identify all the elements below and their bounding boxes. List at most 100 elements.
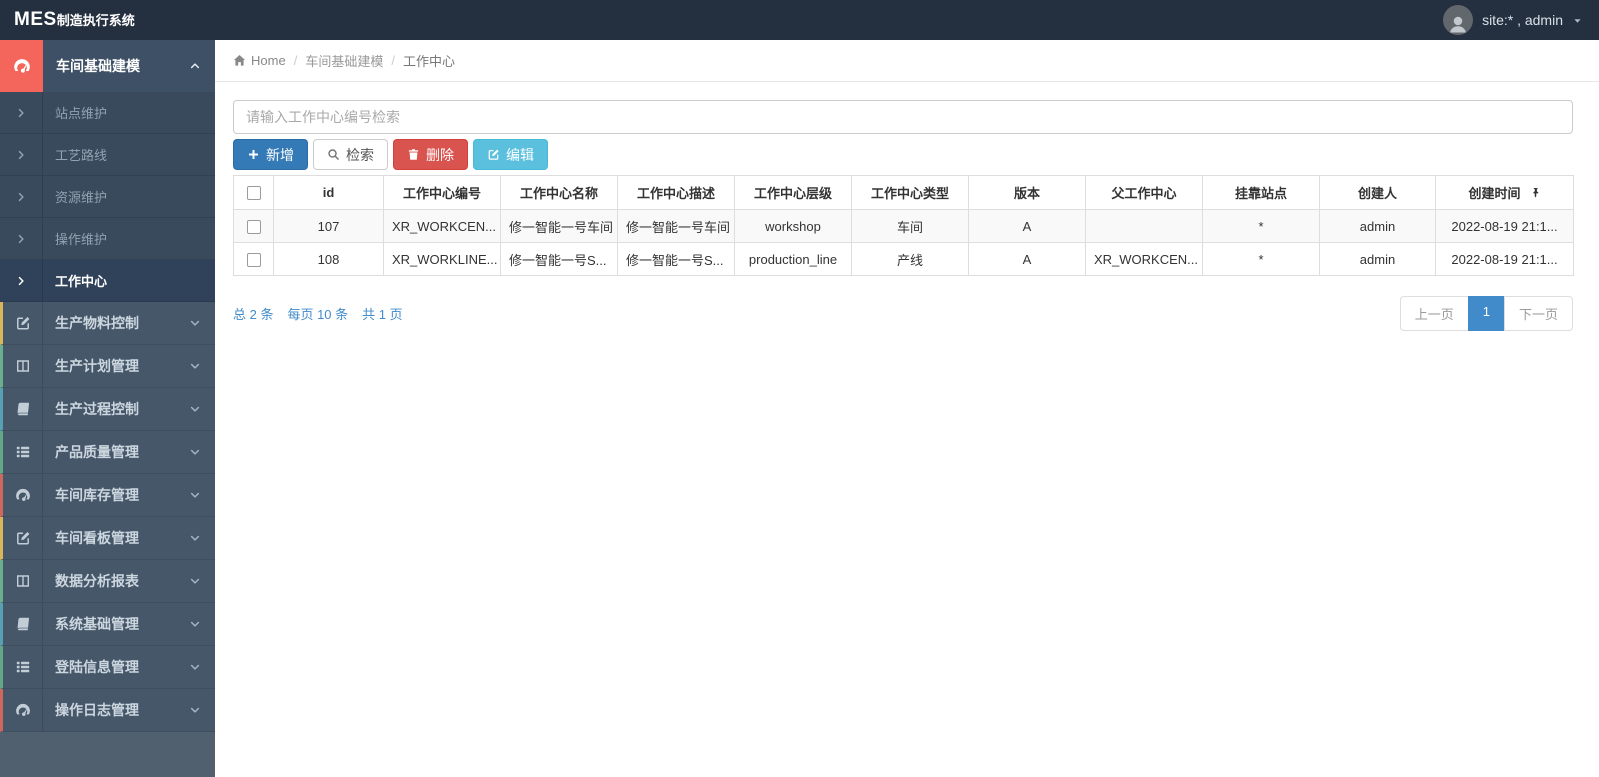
columns-icon bbox=[3, 560, 43, 602]
pencil-square-icon bbox=[3, 302, 43, 344]
chevron-right-icon bbox=[0, 134, 43, 175]
sidebar-subitem-label: 站点维护 bbox=[55, 106, 108, 121]
sidebar-item-quality-management[interactable]: 产品质量管理 bbox=[0, 431, 215, 474]
select-all-checkbox[interactable] bbox=[246, 186, 261, 201]
page-body: 新增 检索 删除 编辑 bbox=[215, 82, 1599, 331]
search-button[interactable]: 检索 bbox=[313, 139, 388, 170]
search-icon bbox=[327, 148, 340, 161]
cell-parent: XR_WORKCEN... bbox=[1085, 242, 1203, 276]
column-header-version: 版本 bbox=[968, 175, 1086, 210]
sidebar-item-board-management[interactable]: 车间看板管理 bbox=[0, 517, 215, 560]
edit-button-label: 编辑 bbox=[506, 146, 534, 163]
sidebar-item-plan-management[interactable]: 生产计划管理 bbox=[0, 345, 215, 388]
row-checkbox[interactable] bbox=[246, 219, 261, 234]
prev-page-button[interactable]: 上一页 bbox=[1399, 296, 1469, 331]
pin-icon[interactable] bbox=[1530, 187, 1541, 198]
cell-code: XR_WORKCEN... bbox=[383, 209, 501, 243]
caret-down-icon bbox=[1572, 15, 1583, 26]
sidebar-subitem-label: 工艺路线 bbox=[55, 148, 108, 163]
page-count-link[interactable]: 共 1 页 bbox=[362, 304, 402, 323]
table-row[interactable]: 108 XR_WORKLINE... 修一智能一号S... 修一智能一号S...… bbox=[233, 242, 1574, 276]
chevron-down-icon bbox=[189, 489, 201, 501]
breadcrumb-home-label: Home bbox=[251, 53, 286, 68]
chevron-down-icon bbox=[189, 403, 201, 415]
logo-secondary: 制造执行系统 bbox=[56, 13, 135, 28]
column-header-type: 工作中心类型 bbox=[851, 175, 969, 210]
pencil-square-icon bbox=[3, 517, 43, 559]
sidebar-subitem-resource-maintenance[interactable]: 资源维护 bbox=[0, 176, 215, 218]
toolbar: 新增 检索 删除 编辑 bbox=[233, 139, 1573, 170]
per-page-link[interactable]: 每页 10 条 bbox=[287, 304, 348, 323]
next-page-button[interactable]: 下一页 bbox=[1503, 296, 1573, 331]
sidebar-subitem-site-maintenance[interactable]: 站点维护 bbox=[0, 92, 215, 134]
column-header-description: 工作中心描述 bbox=[617, 175, 735, 210]
trash-icon bbox=[407, 148, 420, 161]
cell-level: production_line bbox=[734, 242, 852, 276]
chevron-down-icon bbox=[189, 704, 201, 716]
breadcrumb-home[interactable]: Home bbox=[233, 53, 286, 68]
cell-id: 107 bbox=[273, 209, 384, 243]
breadcrumb: Home / 车间基础建模 / 工作中心 bbox=[215, 40, 1599, 82]
sidebar-subitem-operation-maintenance[interactable]: 操作维护 bbox=[0, 218, 215, 260]
column-header-name: 工作中心名称 bbox=[500, 175, 618, 210]
sidebar-item-label: 生产过程控制 bbox=[55, 401, 139, 417]
user-label: site:* , admin bbox=[1482, 12, 1563, 28]
pagination-bar: 总 2 条 每页 10 条 共 1 页 上一页 1 下一页 bbox=[233, 296, 1573, 331]
sidebar-item-workshop-modeling[interactable]: 车间基础建模 bbox=[0, 40, 215, 92]
total-count-link[interactable]: 总 2 条 bbox=[233, 304, 273, 323]
column-header-level: 工作中心层级 bbox=[734, 175, 852, 210]
row-select-cell bbox=[233, 209, 274, 243]
sidebar-item-label: 生产物料控制 bbox=[55, 315, 139, 331]
delete-button-label: 删除 bbox=[426, 146, 454, 163]
cell-created-time: 2022-08-19 21:1... bbox=[1435, 209, 1574, 243]
sidebar-item-label: 生产计划管理 bbox=[55, 358, 139, 374]
edit-icon bbox=[487, 148, 500, 161]
sidebar-item-process-control[interactable]: 生产过程控制 bbox=[0, 388, 215, 431]
sidebar-item-data-report[interactable]: 数据分析报表 bbox=[0, 560, 215, 603]
sidebar-item-inventory-management[interactable]: 车间库存管理 bbox=[0, 474, 215, 517]
user-menu[interactable]: site:* , admin bbox=[1443, 5, 1599, 35]
sidebar-item-label: 车间看板管理 bbox=[55, 530, 139, 546]
main-content: Home / 车间基础建模 / 工作中心 新增 检索 删除 编辑 bbox=[215, 40, 1599, 777]
user-icon bbox=[1447, 13, 1469, 35]
book-icon bbox=[3, 388, 43, 430]
cell-name: 修一智能一号S... bbox=[500, 242, 618, 276]
chevron-down-icon bbox=[189, 661, 201, 673]
cell-parent bbox=[1085, 209, 1203, 243]
home-icon bbox=[233, 54, 246, 67]
sidebar-subitem-process-route[interactable]: 工艺路线 bbox=[0, 134, 215, 176]
cell-type: 车间 bbox=[851, 209, 969, 243]
edit-button[interactable]: 编辑 bbox=[473, 139, 548, 170]
column-header-id: id bbox=[273, 175, 384, 210]
cell-description: 修一智能一号车间 bbox=[617, 209, 735, 243]
sidebar-item-system-management[interactable]: 系统基础管理 bbox=[0, 603, 215, 646]
chevron-right-icon bbox=[0, 92, 43, 133]
breadcrumb-level1[interactable]: 车间基础建模 bbox=[305, 51, 383, 70]
cell-type: 产线 bbox=[851, 242, 969, 276]
delete-button[interactable]: 删除 bbox=[393, 139, 468, 170]
row-checkbox[interactable] bbox=[246, 252, 261, 267]
work-center-table: id 工作中心编号 工作中心名称 工作中心描述 工作中心层级 工作中心类型 版本… bbox=[233, 175, 1574, 276]
select-all-cell bbox=[233, 175, 274, 210]
book-icon bbox=[3, 603, 43, 645]
gauge-icon bbox=[3, 689, 43, 731]
column-header-code: 工作中心编号 bbox=[383, 175, 501, 210]
table-row[interactable]: 107 XR_WORKCEN... 修一智能一号车间 修一智能一号车间 work… bbox=[233, 209, 1574, 243]
search-input[interactable] bbox=[233, 100, 1573, 134]
sidebar-item-login-info-management[interactable]: 登陆信息管理 bbox=[0, 646, 215, 689]
gauge-icon bbox=[0, 40, 43, 92]
sidebar-item-label: 操作日志管理 bbox=[55, 702, 139, 718]
sidebar-item-label: 数据分析报表 bbox=[55, 573, 139, 589]
page-1-button[interactable]: 1 bbox=[1467, 296, 1505, 331]
cell-station: * bbox=[1202, 242, 1320, 276]
sidebar-subitem-work-center[interactable]: 工作中心 bbox=[0, 260, 215, 302]
sidebar-item-operation-log-management[interactable]: 操作日志管理 bbox=[0, 689, 215, 732]
add-button[interactable]: 新增 bbox=[233, 139, 308, 170]
cell-version: A bbox=[968, 209, 1086, 243]
chevron-right-icon bbox=[0, 260, 43, 301]
gauge-icon bbox=[3, 474, 43, 516]
sidebar-item-material-control[interactable]: 生产物料控制 bbox=[0, 302, 215, 345]
chevron-down-icon bbox=[189, 360, 201, 372]
columns-icon bbox=[3, 345, 43, 387]
topbar: MES 制造执行系统 site:* , admin bbox=[0, 0, 1599, 40]
